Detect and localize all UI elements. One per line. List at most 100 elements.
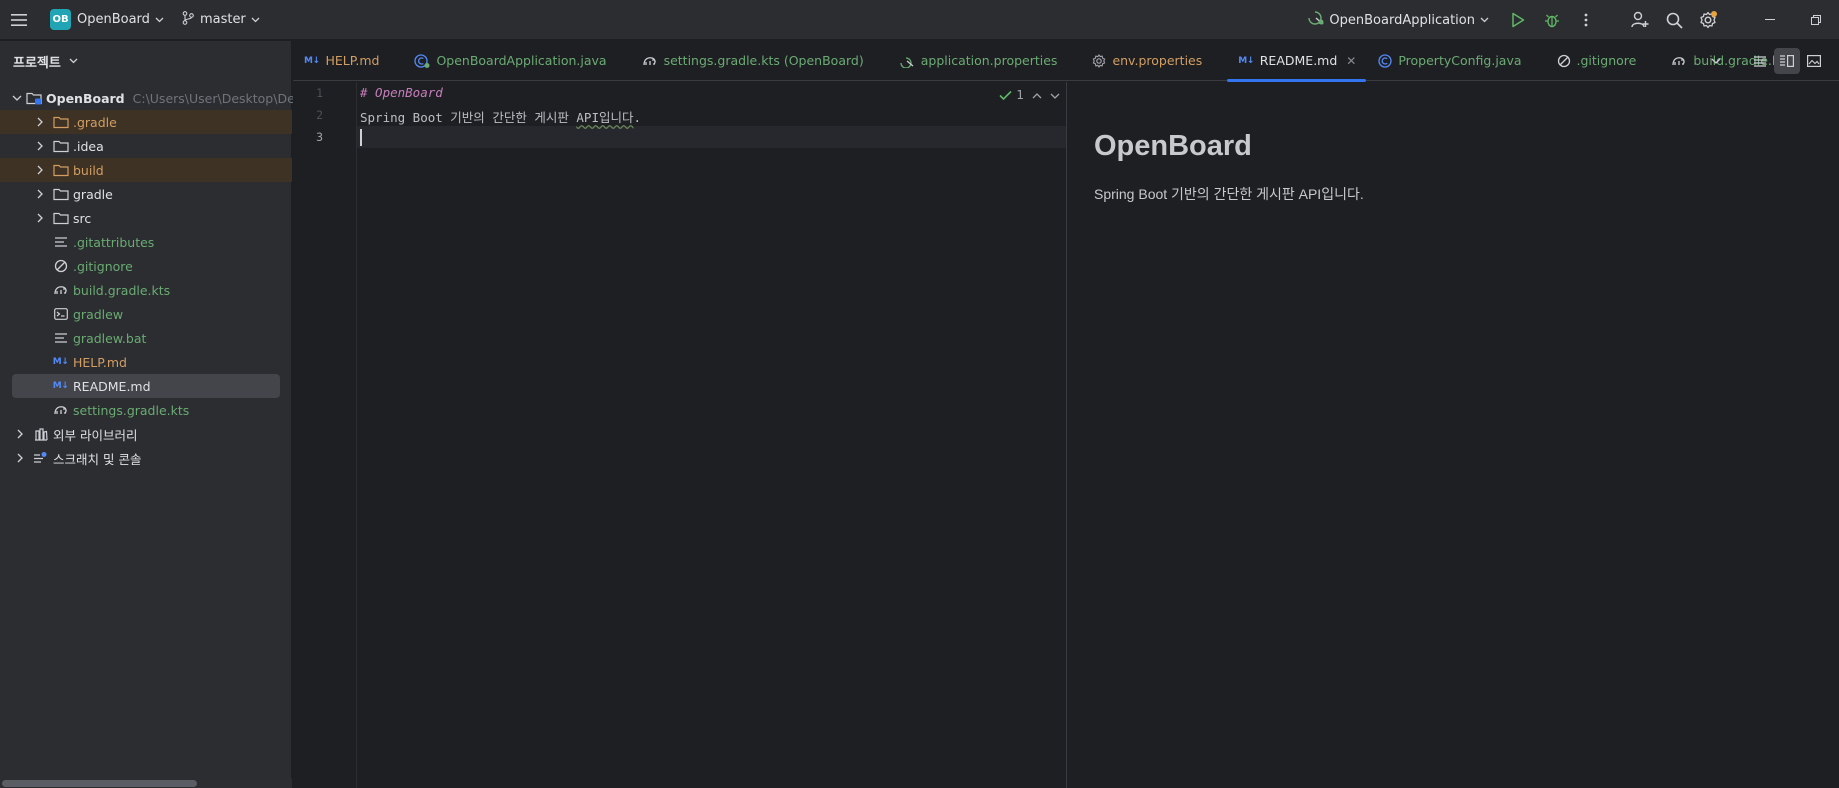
root-name: OpenBoard <box>46 90 125 106</box>
markdown-preview: OpenBoard Spring Boot 기반의 간단한 게시판 API입니다… <box>1066 82 1839 788</box>
editor-and-preview-button[interactable] <box>1774 48 1800 74</box>
inspection-status[interactable]: 1 <box>999 88 1024 102</box>
inspection-widget[interactable]: 1 <box>999 88 1060 102</box>
text-caret <box>360 129 362 146</box>
editor-gutter[interactable]: 1 2 3 <box>293 82 357 788</box>
folder-icon <box>52 210 69 226</box>
editor-tabs: M↓ HELP.md OpenBoardApplication.java set… <box>293 41 1839 82</box>
tree-item-label: gradlew.bat <box>73 330 147 346</box>
tree-item-help-md[interactable]: M↓ HELP.md <box>0 350 292 374</box>
tree-item-label: .gitattributes <box>73 234 155 250</box>
tab-label: env.properties <box>1112 53 1203 68</box>
chevron-right-icon[interactable] <box>32 117 48 127</box>
ignore-file-icon <box>1557 54 1571 68</box>
scrollbar-thumb[interactable] <box>2 780 197 787</box>
titlebar-right-tools: OpenBoardApplication <box>1307 0 1839 40</box>
tree-item-label: gradle <box>73 186 113 202</box>
folder-icon <box>52 114 69 130</box>
tab-propertyconfig-java[interactable]: PropertyConfig.java <box>1366 41 1546 81</box>
chevron-up-icon[interactable] <box>1032 88 1042 102</box>
restore-button[interactable] <box>1793 0 1839 40</box>
markdown-icon: M↓ <box>1238 55 1254 66</box>
more-vertical-icon <box>1584 13 1588 27</box>
chevron-down-icon <box>155 17 164 23</box>
settings-button[interactable] <box>1691 0 1725 40</box>
tab-readme-md[interactable]: M↓ README.md ✕ <box>1227 41 1367 82</box>
chevron-down-icon <box>1480 17 1489 23</box>
tab-application-properties[interactable]: application.properties <box>889 41 1083 81</box>
tab-env-properties[interactable]: env.properties <box>1082 41 1227 81</box>
tree-item-readme-md[interactable]: M↓ README.md <box>12 374 280 398</box>
tree-item-gitignore[interactable]: .gitignore <box>0 254 292 278</box>
tab-label: PropertyConfig.java <box>1398 53 1522 68</box>
tree-item-label: 외부 라이브러리 <box>53 427 138 443</box>
branch-name: master <box>199 12 246 27</box>
code-with-me-button[interactable] <box>1623 0 1657 40</box>
spring-config-icon <box>899 54 915 68</box>
chevron-down-icon <box>69 58 78 64</box>
project-tree: OpenBoard C:\Users\User\Desktop\Devl .gr… <box>0 86 306 470</box>
tree-root-openboard[interactable]: OpenBoard C:\Users\User\Desktop\Devl <box>0 86 306 110</box>
class-icon <box>1378 53 1392 68</box>
project-switcher[interactable]: OB OpenBoard <box>46 6 168 34</box>
preview-only-button[interactable] <box>1801 48 1827 74</box>
more-actions-button[interactable] <box>1569 0 1603 40</box>
tab-openboardapplication-java[interactable]: OpenBoardApplication.java <box>404 41 631 81</box>
tree-item-gradle-dir[interactable]: .gradle <box>0 110 292 134</box>
horizontal-scrollbar[interactable] <box>0 778 292 788</box>
preview-paragraph: Spring Boot 기반의 간단한 게시판 API입니다. <box>1094 186 1364 202</box>
tree-item-build-dir[interactable]: build <box>0 158 292 182</box>
chevron-down-icon[interactable] <box>12 95 22 101</box>
tree-item-gradlew-bat[interactable]: gradlew.bat <box>0 326 292 350</box>
tree-item-settings-gradle-kts[interactable]: settings.gradle.kts <box>0 398 292 422</box>
chevron-right-icon[interactable] <box>32 189 48 199</box>
chevron-right-icon[interactable] <box>32 141 48 151</box>
chevron-down-icon[interactable] <box>1050 88 1060 102</box>
library-icon <box>32 426 49 442</box>
tree-item-external-libraries[interactable]: 외부 라이브러리 <box>0 422 292 446</box>
tree-item-label: .gitignore <box>73 258 133 274</box>
tree-item-gitattributes[interactable]: .gitattributes <box>0 230 292 254</box>
line-number: 3 <box>316 130 323 144</box>
close-tab-icon[interactable]: ✕ <box>1346 54 1356 68</box>
tree-item-build-gradle-kts[interactable]: build.gradle.kts <box>0 278 292 302</box>
chevron-right-icon[interactable] <box>32 213 48 223</box>
tree-item-label: .idea <box>73 138 104 154</box>
project-pane-header[interactable]: 프로젝트 <box>0 41 291 81</box>
chevron-right-icon[interactable] <box>12 429 28 439</box>
minimize-button[interactable] <box>1747 0 1793 40</box>
markdown-icon: M↓ <box>304 55 320 66</box>
editor-only-button[interactable] <box>1747 48 1773 74</box>
text-file-icon <box>52 330 69 346</box>
run-button[interactable] <box>1501 0 1535 40</box>
chevron-down-icon <box>1711 58 1721 64</box>
debug-button[interactable] <box>1535 0 1569 40</box>
markdown-icon: M↓ <box>52 357 69 367</box>
vcs-branch-switcher[interactable]: master <box>182 10 260 29</box>
update-dot <box>1711 11 1717 17</box>
gear-file-icon <box>1092 53 1106 68</box>
script-file-icon <box>52 306 69 322</box>
project-name: OpenBoard <box>77 12 150 27</box>
tab-gitignore[interactable]: .gitignore <box>1547 41 1662 81</box>
chevron-right-icon[interactable] <box>12 453 28 463</box>
main-menu-button[interactable] <box>1 0 37 40</box>
tab-help-md[interactable]: M↓ HELP.md <box>293 41 404 81</box>
tab-list-button[interactable] <box>1703 48 1729 74</box>
markdown-editor[interactable]: 1 2 3 # OpenBoard Spring Boot 기반의 간단한 게시… <box>293 82 1066 788</box>
tree-item-src-dir[interactable]: src <box>0 206 292 230</box>
tree-item-gradle-wrapper-dir[interactable]: gradle <box>0 182 292 206</box>
tab-label: README.md <box>1259 53 1338 68</box>
tree-item-scratches-consoles[interactable]: 스크래치 및 콘솔 <box>0 446 292 470</box>
code-line-2: Spring Boot 기반의 간단한 게시판 API입니다. <box>360 107 641 126</box>
tab-label: HELP.md <box>325 53 380 68</box>
run-configuration-selector[interactable]: OpenBoardApplication <box>1307 10 1489 30</box>
tree-item-idea-dir[interactable]: .idea <box>0 134 292 158</box>
markdown-icon: M↓ <box>52 381 69 391</box>
module-folder-icon <box>26 90 42 106</box>
chevron-right-icon[interactable] <box>32 165 48 175</box>
search-icon <box>1666 12 1683 29</box>
tree-item-gradlew[interactable]: gradlew <box>0 302 292 326</box>
search-everywhere-button[interactable] <box>1657 0 1691 40</box>
tab-settings-gradle-kts[interactable]: settings.gradle.kts (OpenBoard) <box>632 41 889 81</box>
